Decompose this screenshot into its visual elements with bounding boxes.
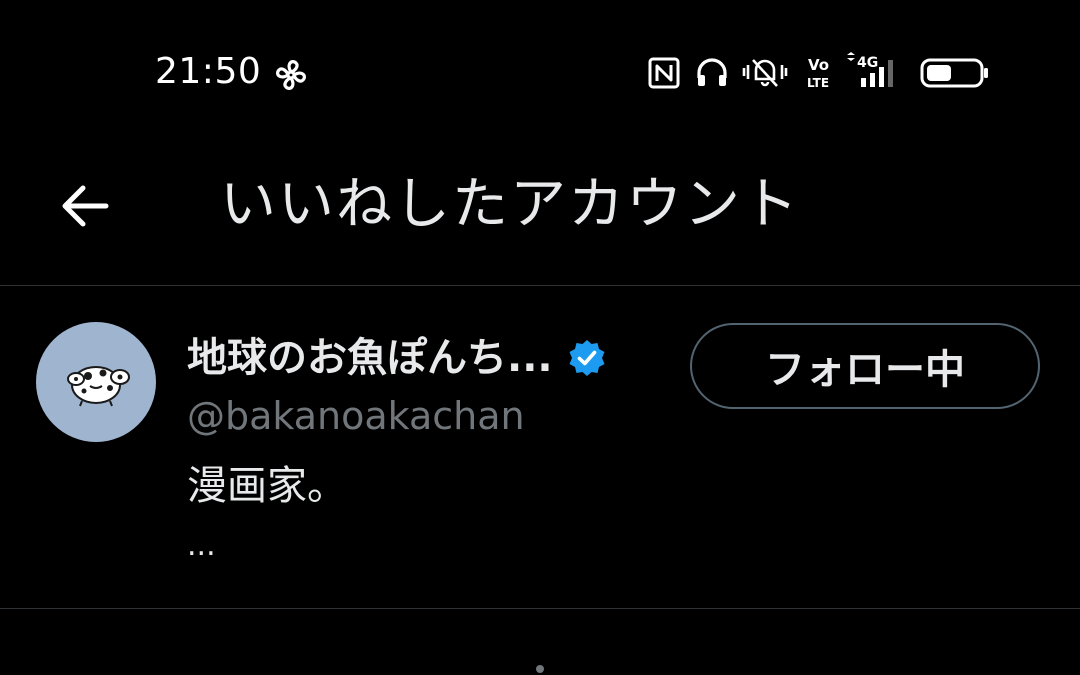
avatar[interactable] xyxy=(36,322,156,442)
status-bar: 21:50 Vo LTE 4G xyxy=(0,0,1080,140)
following-button[interactable]: フォロー中 xyxy=(690,323,1040,409)
account-bio: 漫画家。 xyxy=(187,463,347,509)
status-clock: 21:50 xyxy=(155,51,262,92)
4g-signal-icon: 4G xyxy=(847,52,893,87)
account-list-item[interactable]: 地球のお魚ぽんち... @bakanoakachan 漫画家。 ... フォロー… xyxy=(0,286,1080,609)
volte-icon: Vo LTE xyxy=(807,56,829,90)
volte-label-bottom: LTE xyxy=(807,76,829,90)
nfc-icon xyxy=(648,57,680,89)
display-name: 地球のお魚ぽんち... xyxy=(187,335,553,381)
network-label: 4G xyxy=(857,55,878,71)
arrow-left-icon xyxy=(62,185,109,227)
avatar-illustration-icon xyxy=(67,366,130,407)
page-header: いいねしたアカウント xyxy=(0,140,1080,286)
headphones-icon xyxy=(697,58,727,86)
bio-ellipsis: ... xyxy=(187,528,216,563)
loading-indicator xyxy=(536,665,544,673)
display-name-row: 地球のお魚ぽんち... xyxy=(187,330,607,386)
account-handle: @bakanoakachan xyxy=(187,394,525,438)
back-button[interactable] xyxy=(52,174,116,238)
volte-label-top: Vo xyxy=(808,56,829,74)
verified-badge-icon xyxy=(569,340,605,376)
vibrate-mute-icon xyxy=(742,59,788,87)
page-title: いいねしたアカウント xyxy=(220,172,800,237)
battery-icon xyxy=(920,58,988,88)
pinwheel-icon xyxy=(276,60,306,90)
